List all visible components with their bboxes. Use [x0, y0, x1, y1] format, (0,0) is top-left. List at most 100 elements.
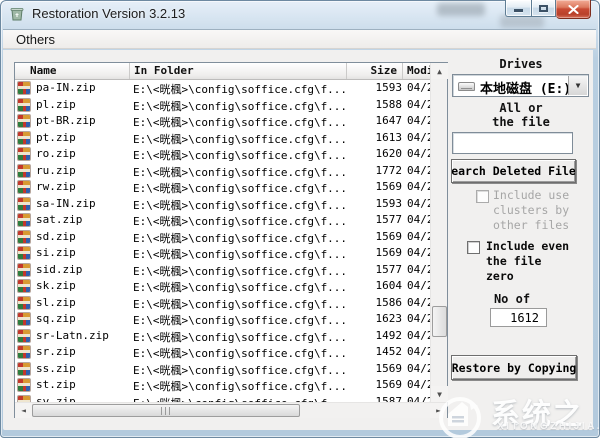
drive-select[interactable]: 本地磁盘 (E:) ▼: [452, 74, 589, 97]
scroll-left-icon[interactable]: ◄: [15, 403, 32, 418]
file-size: 1586: [345, 296, 402, 309]
table-row[interactable]: rw.zipE:\<晄楓>\config\soffice.cfg\f...156…: [15, 179, 430, 196]
zip-file-icon: [18, 231, 30, 243]
scroll-up-icon[interactable]: ▲: [431, 63, 448, 79]
column-header-modified[interactable]: Modified: [403, 63, 430, 79]
file-modified: 04/2: [407, 246, 430, 259]
horizontal-scroll-thumb[interactable]: [32, 404, 300, 417]
file-name: pl.zip: [36, 98, 76, 111]
filename-input[interactable]: [452, 132, 573, 154]
file-modified: 04/2: [407, 147, 430, 160]
zip-file-icon: [18, 346, 30, 358]
file-name: ro.zip: [36, 147, 76, 160]
file-name: sid.zip: [36, 263, 82, 276]
zip-file-icon: [18, 264, 30, 276]
table-row[interactable]: st.zipE:\<晄楓>\config\soffice.cfg\f...156…: [15, 377, 430, 394]
file-folder: E:\<晄楓>\config\soffice.cfg\f...: [133, 378, 347, 394]
include-zero-checkbox[interactable]: [467, 241, 480, 254]
file-size: 1613: [345, 131, 402, 144]
file-folder: E:\<晄楓>\config\soffice.cfg\f...: [133, 197, 347, 213]
app-window: Restoration Version 3.2.13 Others Name I…: [0, 0, 600, 438]
file-modified: 04/2: [407, 114, 430, 127]
table-row[interactable]: ru.zipE:\<晄楓>\config\soffice.cfg\f...177…: [15, 163, 430, 180]
disk-drive-icon: [458, 82, 475, 91]
zip-file-icon: [18, 148, 30, 160]
zip-file-icon: [18, 132, 30, 144]
horizontal-scrollbar[interactable]: ◄ ►: [15, 402, 447, 418]
column-header-folder[interactable]: In Folder: [130, 63, 347, 79]
table-row[interactable]: sd.zipE:\<晄楓>\config\soffice.cfg\f...156…: [15, 229, 430, 246]
file-modified: 04/2: [407, 98, 430, 111]
file-folder: E:\<晄楓>\config\soffice.cfg\f...: [133, 279, 347, 295]
close-button[interactable]: [556, 0, 591, 19]
file-name: st.zip: [36, 378, 76, 391]
scroll-right-icon[interactable]: ►: [430, 403, 447, 418]
the-file-label: the file: [452, 115, 590, 129]
file-folder: E:\<晄楓>\config\soffice.cfg\f...: [133, 345, 347, 361]
table-row[interactable]: sr.zipE:\<晄楓>\config\soffice.cfg\f...145…: [15, 344, 430, 361]
file-size: 1569: [345, 230, 402, 243]
table-row[interactable]: sa-IN.zipE:\<晄楓>\config\soffice.cfg\f...…: [15, 196, 430, 213]
table-row[interactable]: sv.zipE:\<晄楓>\config\soffice.cfg\f...158…: [15, 394, 430, 403]
titlebar[interactable]: Restoration Version 3.2.13: [0, 0, 600, 28]
table-row[interactable]: sat.zipE:\<晄楓>\config\soffice.cfg\f...15…: [15, 212, 430, 229]
table-row[interactable]: sk.zip E:\<晄楓>\config\soffice.cfg\f...160…: [15, 278, 430, 295]
restore-by-copying-button[interactable]: Restore by Copying: [451, 355, 577, 380]
vertical-scrollbar[interactable]: ▲ ▼: [430, 63, 447, 402]
table-row[interactable]: si.zipE:\<晄楓>\config\soffice.cfg\f...156…: [15, 245, 430, 262]
search-deleted-files-button[interactable]: Search Deleted Files: [451, 159, 576, 183]
file-modified: 04/2: [407, 213, 430, 226]
file-folder: E:\<晄楓>\config\soffice.cfg\f...: [133, 246, 347, 262]
maximize-button[interactable]: [531, 0, 556, 17]
file-name: rw.zip: [36, 180, 76, 193]
file-name: sk.zip: [36, 279, 76, 292]
zip-file-icon: [18, 165, 30, 177]
file-folder: E:\<晄楓>\config\soffice.cfg\f...: [133, 213, 347, 229]
file-rows: pa-IN.zipE:\<晄楓>\config\soffice.cfg\f...…: [15, 80, 430, 402]
column-header-name[interactable]: Name: [15, 63, 130, 79]
column-header-size[interactable]: Size: [347, 63, 403, 79]
file-size: 1593: [345, 81, 402, 94]
zip-file-icon: [18, 115, 30, 127]
include-clusters-label-line1: Include use: [493, 188, 569, 202]
file-modified: 04/2: [407, 296, 430, 309]
menu-item-others[interactable]: Others: [12, 32, 59, 47]
table-row[interactable]: sq.zipE:\<晄楓>\config\soffice.cfg\f...162…: [15, 311, 430, 328]
table-row[interactable]: pl.zipE:\<晄楓>\config\soffice.cfg\f...158…: [15, 97, 430, 114]
file-folder: E:\<晄楓>\config\soffice.cfg\f...: [133, 312, 347, 328]
file-modified: 04/2: [407, 180, 430, 193]
zip-file-icon: [18, 313, 30, 325]
dropdown-button[interactable]: ▼: [568, 76, 587, 95]
scroll-down-icon[interactable]: ▼: [431, 386, 448, 402]
zip-file-icon: [18, 99, 30, 111]
table-row[interactable]: sr-Latn.zipE:\<晄楓>\config\soffice.cfg\f.…: [15, 328, 430, 345]
include-clusters-label-line2: clusters by: [493, 203, 569, 217]
table-row[interactable]: ro.zipE:\<晄楓>\config\soffice.cfg\f...162…: [15, 146, 430, 163]
file-size: 1623: [345, 312, 402, 325]
file-folder: E:\<晄楓>\config\soffice.cfg\f...: [133, 296, 347, 312]
file-folder: E:\<晄楓>\config\soffice.cfg\f...: [133, 114, 347, 130]
zip-file-icon: [18, 280, 30, 292]
table-row[interactable]: sl.zipE:\<晄楓>\config\soffice.cfg\f...158…: [15, 295, 430, 312]
table-row[interactable]: pa-IN.zipE:\<晄楓>\config\soffice.cfg\f...…: [15, 80, 430, 97]
minimize-button[interactable]: [505, 0, 531, 17]
file-modified: 04/2: [407, 362, 430, 375]
table-row[interactable]: sid.zipE:\<晄楓>\config\soffice.cfg\f...15…: [15, 262, 430, 279]
file-modified: 04/2: [407, 329, 430, 342]
file-modified: 04/2: [407, 279, 430, 292]
all-or-label: All or: [452, 101, 590, 115]
table-row[interactable]: ss.zipE:\<晄楓>\config\soffice.cfg\f...156…: [15, 361, 430, 378]
vertical-scroll-thumb[interactable]: [432, 306, 447, 337]
file-modified: 04/2: [407, 230, 430, 243]
table-row[interactable]: pt.zipE:\<晄楓>\config\soffice.cfg\f...161…: [15, 130, 430, 147]
file-modified: 04/2: [407, 378, 430, 391]
file-folder: E:\<晄楓>\config\soffice.cfg\f...: [133, 395, 347, 403]
menubar: Others: [3, 29, 596, 49]
table-row[interactable]: pt-BR.zipE:\<晄楓>\config\soffice.cfg\f...…: [15, 113, 430, 130]
file-modified: 04/2: [407, 81, 430, 94]
file-folder: E:\<晄楓>\config\soffice.cfg\f...: [133, 329, 347, 345]
file-size: 1620: [345, 147, 402, 160]
file-modified: 04/2: [407, 395, 430, 403]
file-size: 1604: [345, 279, 402, 292]
thumb-grip: [161, 407, 171, 415]
